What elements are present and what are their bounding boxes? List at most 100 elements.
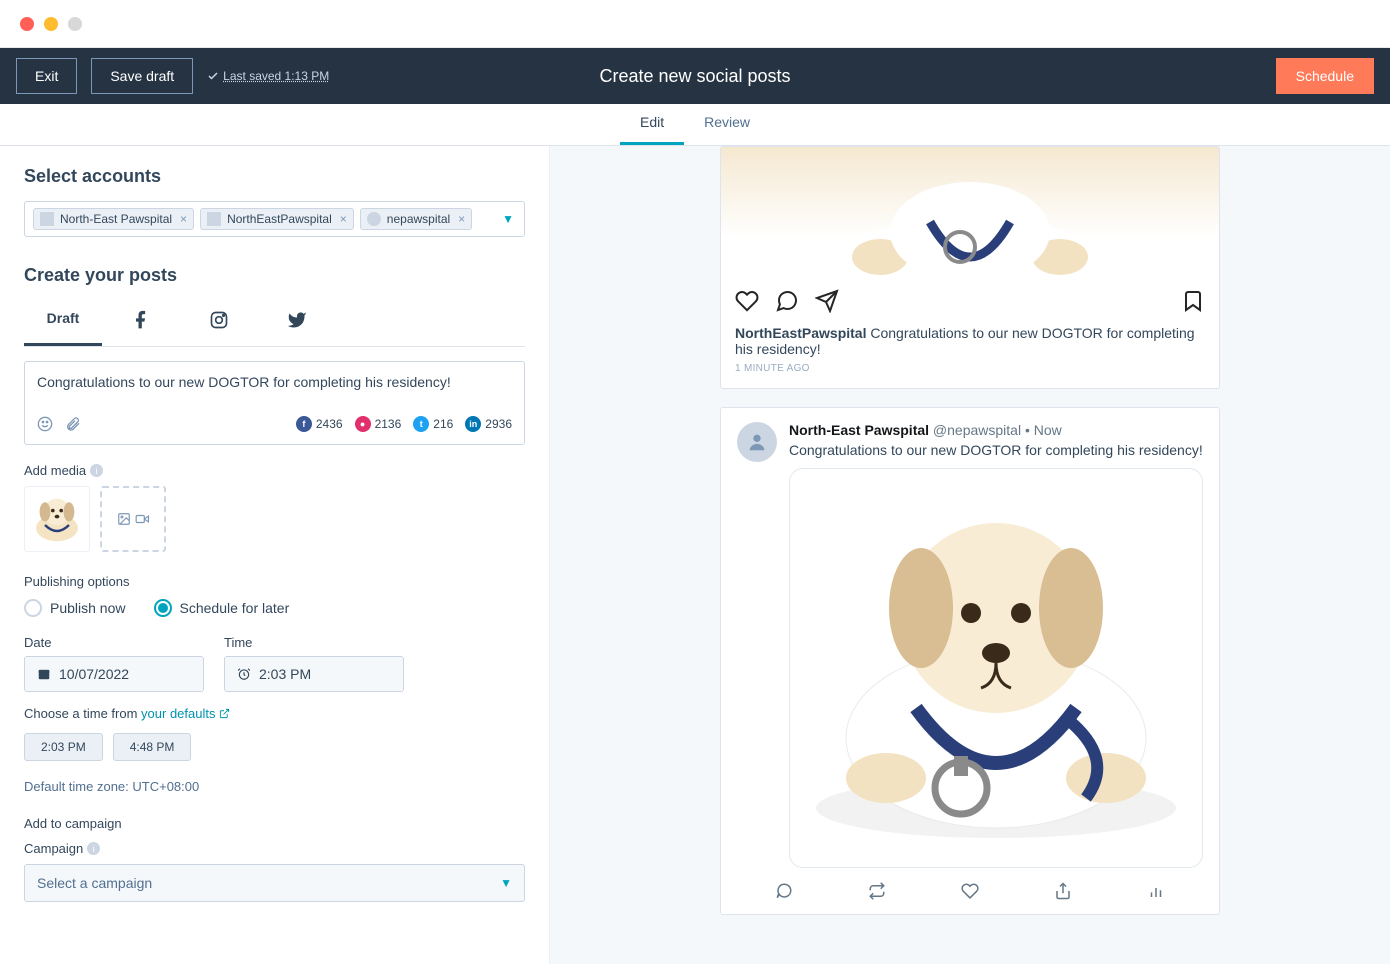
last-saved-status: Last saved 1:13 PM <box>207 69 329 83</box>
dog-image-icon <box>810 147 1130 277</box>
radio-icon <box>24 599 42 617</box>
left-panel: Select accounts North-East Pawspital × N… <box>0 146 550 964</box>
linkedin-char-count: in2936 <box>465 416 512 432</box>
twitter-meta: North-East Pawspital @nepawspital • Now <box>789 422 1203 438</box>
twitter-text: Congratulations to our new DOGTOR for co… <box>789 442 1203 458</box>
dog-image-icon <box>789 478 1203 858</box>
remove-chip-icon[interactable]: × <box>180 212 187 226</box>
post-network-tabs: Draft <box>24 300 525 347</box>
minimize-window-icon[interactable] <box>44 17 58 31</box>
comment-icon[interactable] <box>775 289 799 313</box>
add-media-button[interactable] <box>100 486 166 552</box>
check-icon <box>207 70 219 82</box>
close-window-icon[interactable] <box>20 17 34 31</box>
schedule-later-label: Schedule for later <box>180 600 290 616</box>
time-input[interactable]: 2:03 PM <box>224 656 404 692</box>
defaults-text: Choose a time from your defaults <box>24 706 525 721</box>
instagram-icon <box>209 310 229 330</box>
main-tabs: Edit Review <box>0 104 1390 146</box>
facebook-icon <box>131 310 151 330</box>
post-tab-draft[interactable]: Draft <box>24 300 102 346</box>
retweet-icon[interactable] <box>868 882 886 900</box>
composer-text[interactable]: Congratulations to our new DOGTOR for co… <box>37 374 512 398</box>
chevron-down-icon[interactable]: ▼ <box>502 212 514 226</box>
tab-review[interactable]: Review <box>684 104 770 145</box>
share-icon[interactable] <box>1054 882 1072 900</box>
instagram-preview-image <box>721 147 1219 277</box>
post-composer[interactable]: Congratulations to our new DOGTOR for co… <box>24 361 525 445</box>
schedule-button[interactable]: Schedule <box>1276 58 1374 94</box>
add-to-campaign-label: Add to campaign <box>24 816 525 831</box>
analytics-icon[interactable] <box>1147 882 1165 900</box>
save-draft-button[interactable]: Save draft <box>91 58 193 94</box>
twitter-preview-image <box>789 468 1203 868</box>
twitter-actions <box>737 868 1203 914</box>
time-label: Time <box>224 635 404 650</box>
traffic-lights <box>20 17 82 31</box>
facebook-swatch-icon <box>40 212 54 226</box>
create-posts-heading: Create your posts <box>24 265 525 286</box>
timezone-text: Default time zone: UTC+08:00 <box>24 779 525 794</box>
heart-icon[interactable] <box>735 289 759 313</box>
image-icon <box>117 512 131 526</box>
external-link-icon <box>219 708 230 719</box>
radio-checked-icon <box>154 599 172 617</box>
avatar-placeholder-icon <box>746 431 768 453</box>
top-bar: Exit Save draft Last saved 1:13 PM Creat… <box>0 48 1390 104</box>
remove-chip-icon[interactable]: × <box>458 212 465 226</box>
twitter-icon <box>287 310 307 330</box>
instagram-char-count: ●2136 <box>355 416 402 432</box>
media-thumbnail[interactable] <box>24 486 90 552</box>
publish-now-radio[interactable]: Publish now <box>24 599 126 617</box>
select-accounts-heading: Select accounts <box>24 166 525 187</box>
facebook-char-count: f2436 <box>296 416 343 432</box>
dog-thumbnail-icon <box>27 489 87 549</box>
instagram-caption: NorthEastPawspital Congratulations to ou… <box>721 325 1219 363</box>
chevron-down-icon: ▼ <box>500 876 512 890</box>
defaults-link[interactable]: your defaults <box>141 706 230 721</box>
post-tab-facebook[interactable] <box>102 300 180 346</box>
date-value: 10/07/2022 <box>59 666 129 682</box>
window-chrome <box>0 0 1390 48</box>
account-chip-instagram[interactable]: NorthEastPawspital × <box>200 208 354 230</box>
calendar-icon <box>37 667 51 681</box>
info-icon[interactable]: i <box>90 464 103 477</box>
instagram-swatch-icon <box>207 212 221 226</box>
campaign-label: Campaign i <box>24 841 525 856</box>
twitter-avatar <box>737 422 777 462</box>
account-chip-twitter[interactable]: nepawspital × <box>360 208 472 230</box>
reply-icon[interactable] <box>775 882 793 900</box>
clock-icon <box>237 667 251 681</box>
post-tab-twitter[interactable] <box>258 300 336 346</box>
twitter-preview-card: North-East Pawspital @nepawspital • Now … <box>720 407 1220 915</box>
campaign-select[interactable]: Select a campaign ▼ <box>24 864 525 902</box>
exit-button[interactable]: Exit <box>16 58 77 94</box>
emoji-icon[interactable] <box>37 416 53 432</box>
account-chip-label: NorthEastPawspital <box>227 212 332 226</box>
preview-panel: NorthEastPawspital Congratulations to ou… <box>550 146 1390 964</box>
maximize-window-icon[interactable] <box>68 17 82 31</box>
date-input[interactable]: 10/07/2022 <box>24 656 204 692</box>
time-option-chip[interactable]: 4:48 PM <box>113 733 192 761</box>
tab-edit[interactable]: Edit <box>620 104 684 145</box>
like-icon[interactable] <box>961 882 979 900</box>
accounts-selector[interactable]: North-East Pawspital × NorthEastPawspita… <box>24 201 525 237</box>
attachment-icon[interactable] <box>65 416 81 432</box>
account-chip-facebook[interactable]: North-East Pawspital × <box>33 208 194 230</box>
publish-now-label: Publish now <box>50 600 126 616</box>
post-tab-instagram[interactable] <box>180 300 258 346</box>
last-saved-text: Last saved 1:13 PM <box>223 69 329 83</box>
add-media-label: Add media i <box>24 463 525 478</box>
time-option-chip[interactable]: 2:03 PM <box>24 733 103 761</box>
twitter-char-count: t216 <box>413 416 453 432</box>
remove-chip-icon[interactable]: × <box>340 212 347 226</box>
avatar-icon <box>367 212 381 226</box>
schedule-later-radio[interactable]: Schedule for later <box>154 599 290 617</box>
bookmark-icon[interactable] <box>1181 289 1205 313</box>
video-icon <box>135 512 149 526</box>
account-chip-label: nepawspital <box>387 212 450 226</box>
info-icon[interactable]: i <box>87 842 100 855</box>
time-value: 2:03 PM <box>259 666 311 682</box>
send-icon[interactable] <box>815 289 839 313</box>
account-chip-label: North-East Pawspital <box>60 212 172 226</box>
